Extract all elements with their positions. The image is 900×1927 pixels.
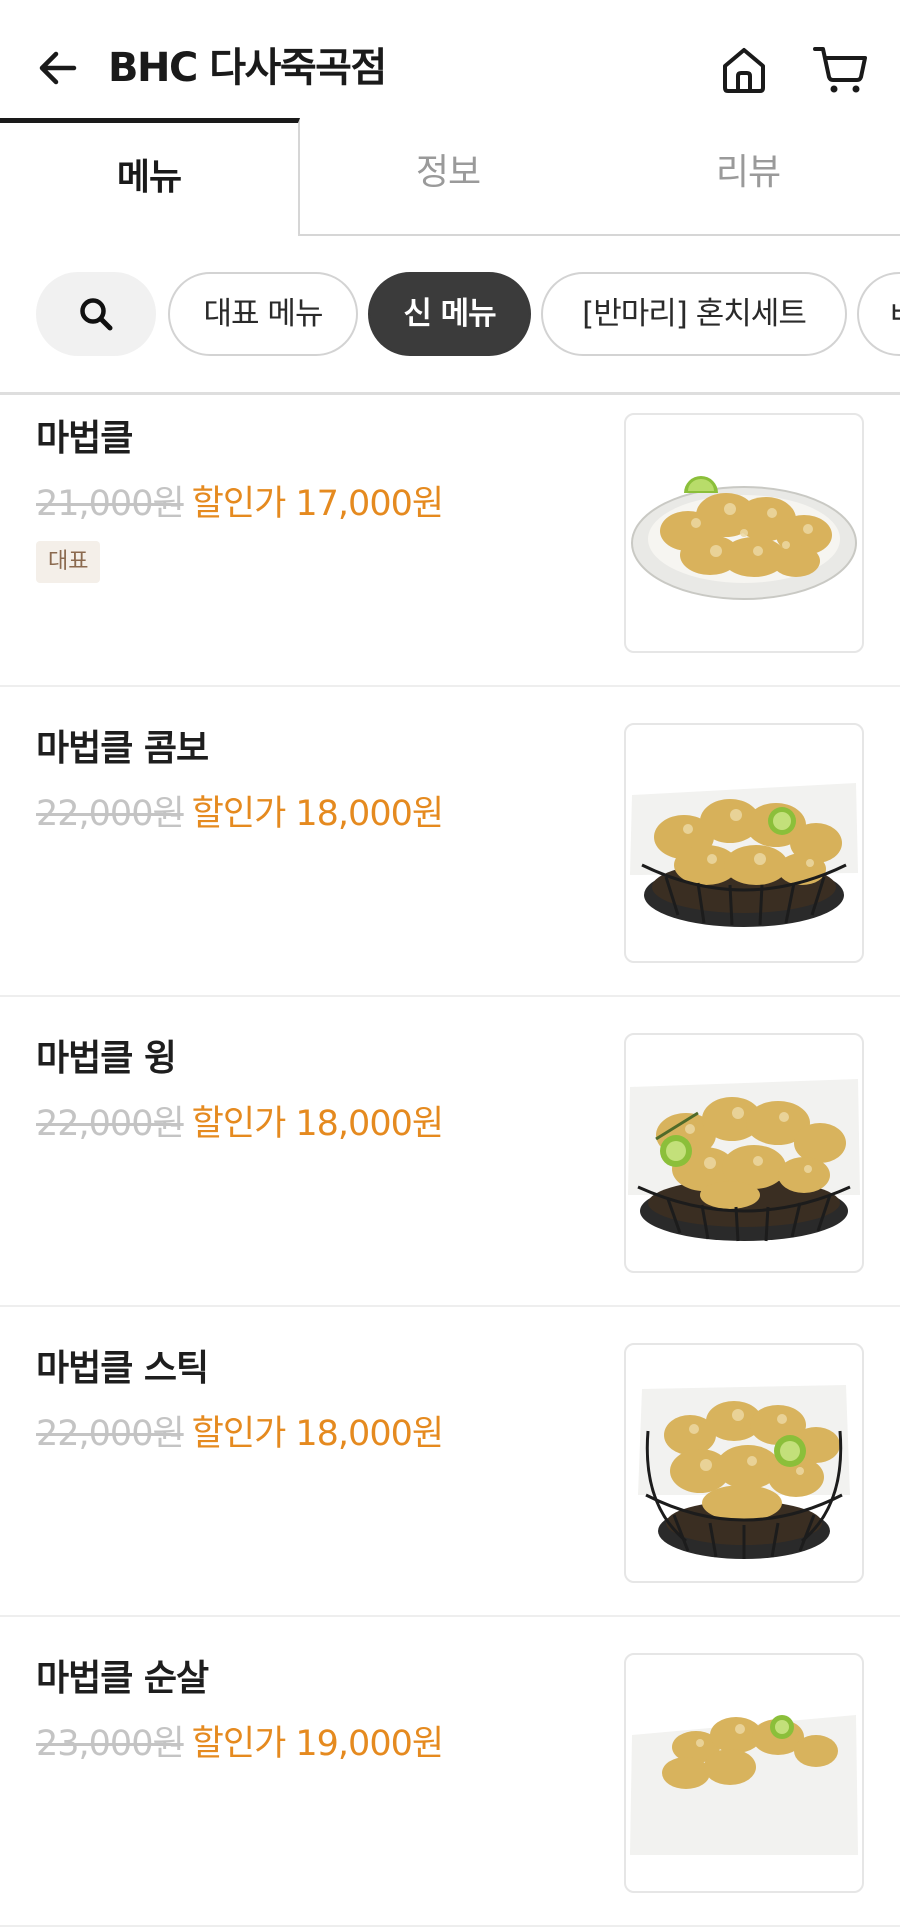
home-button[interactable] <box>718 44 770 96</box>
original-price: 22,000원 <box>36 1104 185 1144</box>
menu-item-price: 23,000원 할인가 19,000원 <box>36 1715 444 1766</box>
chip-signature-menu[interactable]: 대표 메뉴 <box>168 272 358 356</box>
menu-list: 마법클 21,000원 할인가 17,000원 대표 마법클 콤보 22,000… <box>0 395 900 1927</box>
tab-review[interactable]: 리뷰 <box>596 118 900 236</box>
tab-menu[interactable]: 메뉴 <box>0 118 300 236</box>
menu-item[interactable]: 마법클 21,000원 할인가 17,000원 대표 <box>0 395 900 687</box>
original-price: 22,000원 <box>36 794 185 834</box>
chip-next-category[interactable]: ㅂ <box>857 272 900 356</box>
home-icon <box>723 48 765 93</box>
store-title: BHC 다사죽곡점 <box>108 45 387 91</box>
menu-item-image <box>624 413 864 653</box>
app-header: BHC 다사죽곡점 <box>0 0 900 120</box>
menu-item-name: 마법클 순살 <box>36 1658 209 1699</box>
cart-button[interactable] <box>812 44 868 96</box>
search-icon <box>80 298 113 331</box>
tab-info[interactable]: 정보 <box>300 118 596 236</box>
menu-item[interactable]: 마법클 스틱 22,000원 할인가 18,000원 <box>0 1307 900 1617</box>
menu-search-button[interactable] <box>36 272 156 356</box>
arrow-left-icon <box>39 51 77 85</box>
original-price: 23,000원 <box>36 1724 185 1764</box>
menu-item-name: 마법클 <box>36 418 133 459</box>
sale-price: 할인가 18,000원 <box>191 794 444 834</box>
menu-item[interactable]: 마법클 윙 22,000원 할인가 18,000원 <box>0 997 900 1307</box>
menu-item-image <box>624 723 864 963</box>
chip-new-menu[interactable]: 신 메뉴 <box>368 272 531 356</box>
cart-icon <box>813 47 867 93</box>
menu-item[interactable]: 마법클 콤보 22,000원 할인가 18,000원 <box>0 687 900 997</box>
menu-item-image <box>624 1653 864 1893</box>
menu-item-name: 마법클 스틱 <box>36 1348 209 1389</box>
sale-price: 할인가 17,000원 <box>191 484 444 524</box>
chip-half-solo-set[interactable]: [반마리] 혼치세트 <box>541 272 847 356</box>
sale-price: 할인가 19,000원 <box>191 1724 444 1764</box>
signature-badge: 대표 <box>36 541 101 583</box>
menu-item-price: 22,000원 할인가 18,000원 <box>36 1405 444 1456</box>
store-tabs: 메뉴 정보 리뷰 <box>0 118 900 236</box>
menu-item[interactable]: 마법클 순살 23,000원 할인가 19,000원 <box>0 1617 900 1927</box>
sale-price: 할인가 18,000원 <box>191 1414 444 1454</box>
menu-item-name: 마법클 윙 <box>36 1038 177 1079</box>
menu-item-image <box>624 1033 864 1273</box>
back-button[interactable] <box>34 44 82 92</box>
original-price: 21,000원 <box>36 484 185 524</box>
menu-item-price: 22,000원 할인가 18,000원 <box>36 785 444 836</box>
original-price: 22,000원 <box>36 1414 185 1454</box>
menu-item-price: 22,000원 할인가 18,000원 <box>36 1095 444 1146</box>
menu-item-name: 마법클 콤보 <box>36 728 209 769</box>
menu-item-image <box>624 1343 864 1583</box>
menu-item-price: 21,000원 할인가 17,000원 <box>36 475 444 526</box>
sale-price: 할인가 18,000원 <box>191 1104 444 1144</box>
category-chips: 대표 메뉴 신 메뉴 [반마리] 혼치세트 ㅂ <box>0 264 900 360</box>
